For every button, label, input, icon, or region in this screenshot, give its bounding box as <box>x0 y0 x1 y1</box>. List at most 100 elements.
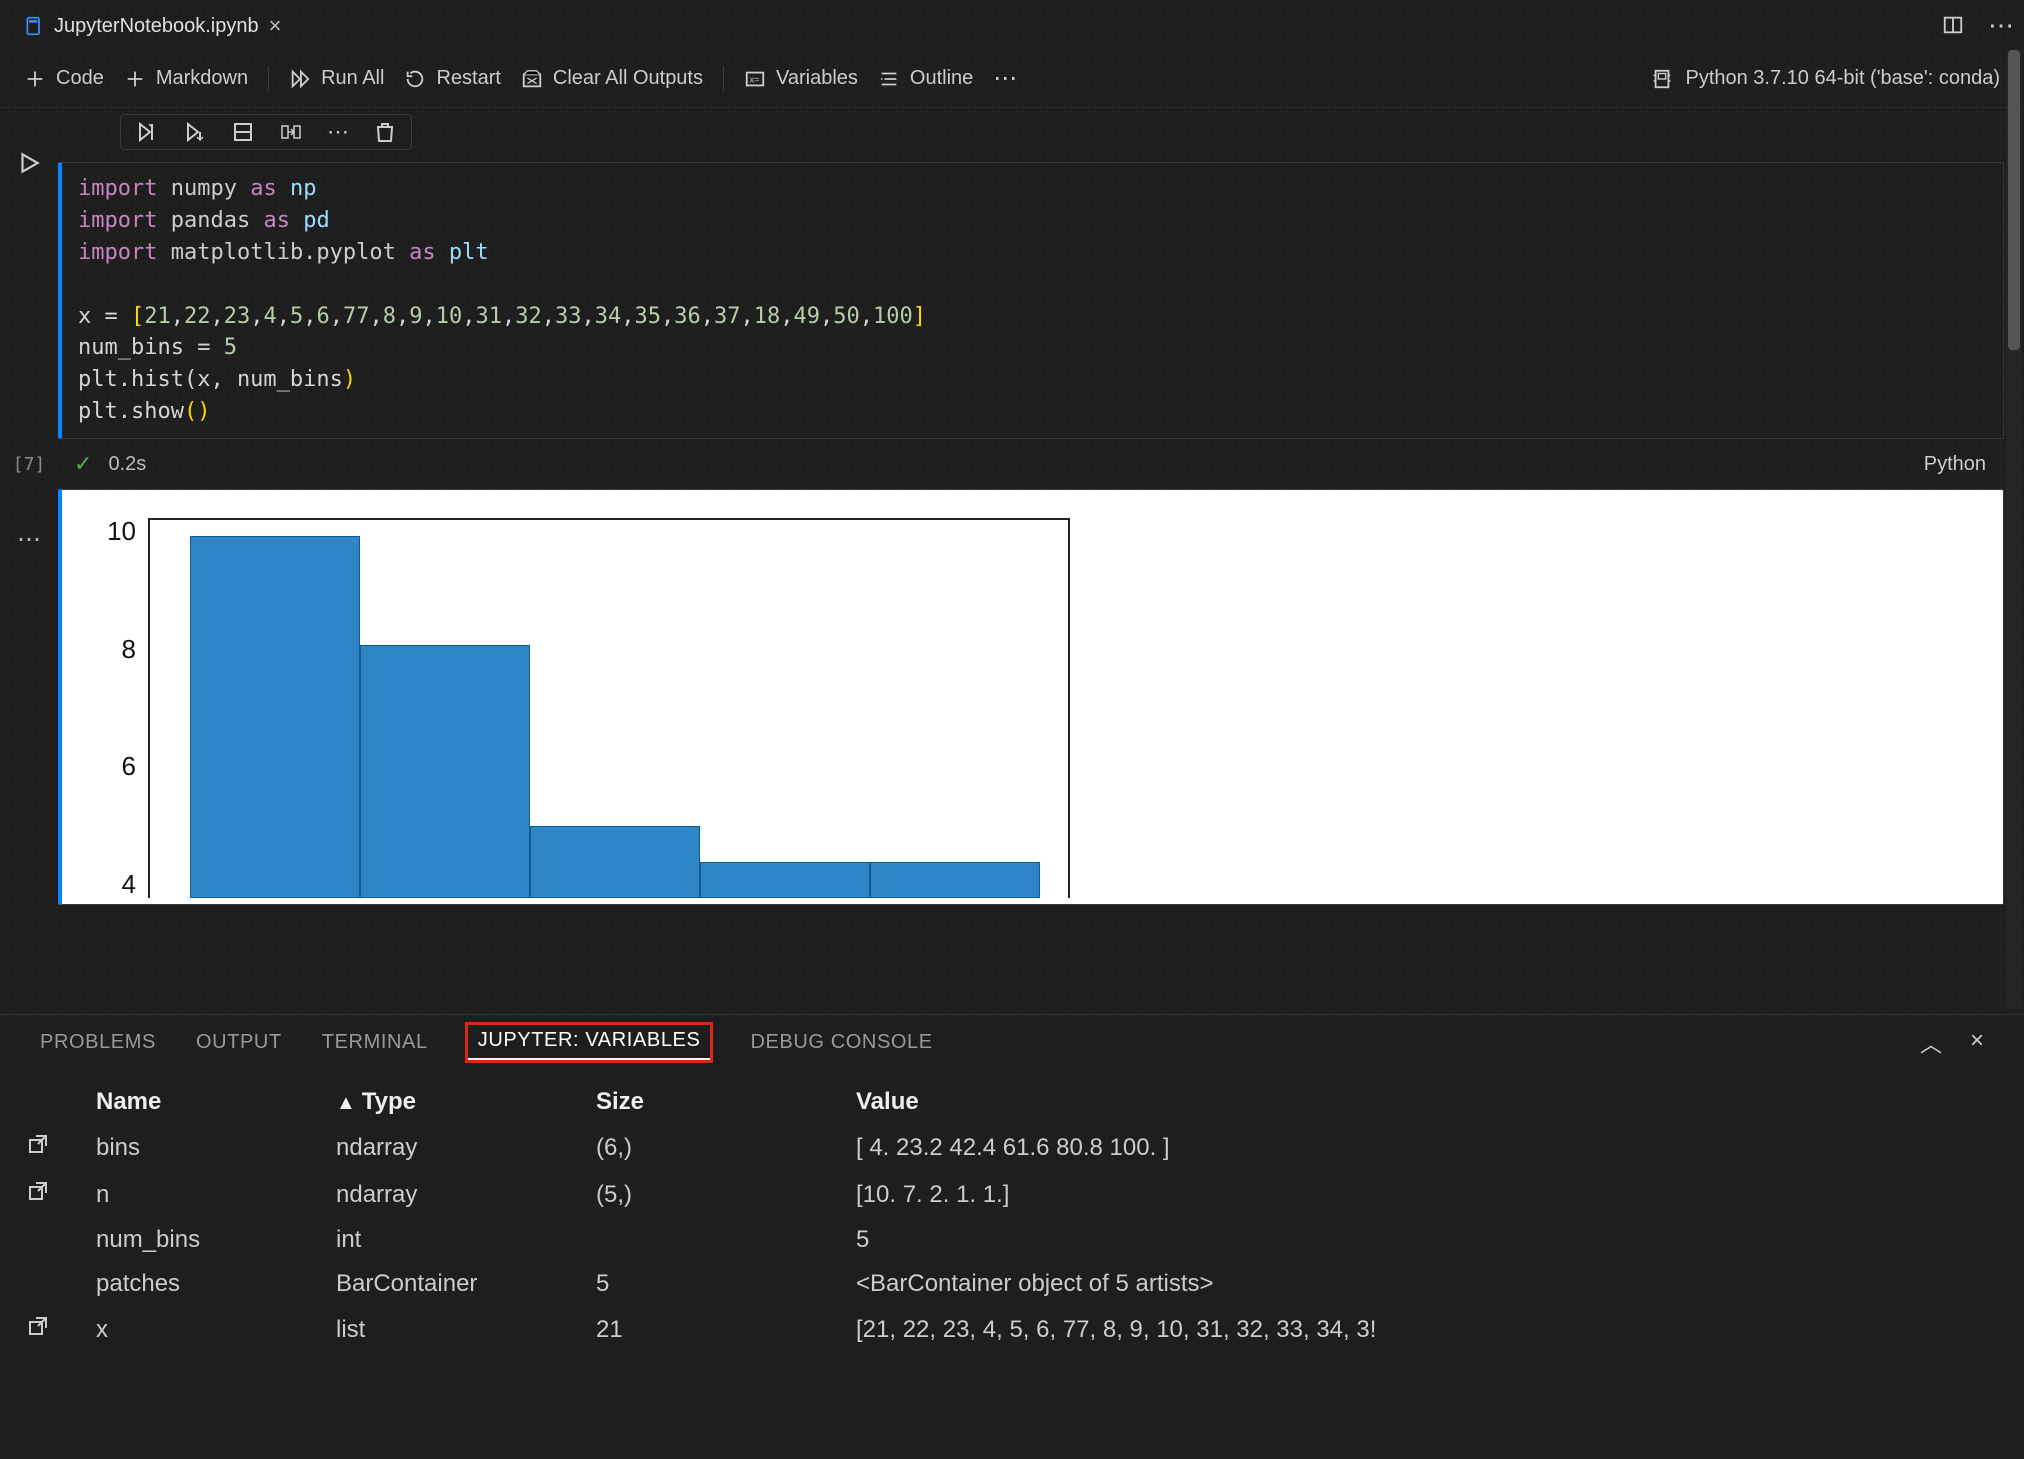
var-value: <BarContainer object of 5 artists> <box>856 1270 1998 1298</box>
add-code-button[interactable]: Code <box>24 67 104 90</box>
tab-debug-console[interactable]: DEBUG CONSOLE <box>750 1031 932 1054</box>
tab-problems[interactable]: PROBLEMS <box>40 1031 156 1054</box>
run-all-button[interactable]: Run All <box>289 67 384 90</box>
split-cell-icon[interactable] <box>231 120 255 144</box>
tab-jupyter-variables[interactable]: JUPYTER: VARIABLES <box>468 1025 711 1060</box>
var-type: list <box>336 1316 596 1344</box>
output-more-icon[interactable]: ⋯ <box>17 525 41 554</box>
add-code-label: Code <box>56 67 104 90</box>
close-panel-icon[interactable]: × <box>1970 1027 1984 1059</box>
var-type: int <box>336 1226 596 1254</box>
popout-icon[interactable] <box>26 1179 50 1203</box>
kernel-icon <box>1651 68 1673 90</box>
plot-area <box>148 518 1070 898</box>
var-name: patches <box>96 1270 336 1298</box>
variable-row[interactable]: patchesBarContainer5<BarContainer object… <box>20 1262 2004 1306</box>
popout-icon[interactable] <box>26 1132 50 1156</box>
run-all-icon <box>289 68 311 90</box>
popout-icon[interactable] <box>26 1314 50 1338</box>
var-size: (6,) <box>596 1134 856 1162</box>
var-type: ndarray <box>336 1181 596 1209</box>
close-icon[interactable]: × <box>269 13 282 39</box>
variable-row[interactable]: nndarray(5,)[10. 7. 2. 1. 1.] <box>20 1171 2004 1218</box>
title-tabs: JupyterNotebook.ipynb × ⋯ <box>0 0 2024 50</box>
add-markdown-button[interactable]: Markdown <box>124 67 248 90</box>
merge-cell-icon[interactable] <box>279 120 303 144</box>
var-value: [10. 7. 2. 1. 1.] <box>856 1181 1998 1209</box>
col-name[interactable]: Name <box>96 1088 336 1116</box>
variables-header: Name ▲Type Size Value <box>20 1080 2004 1124</box>
notebook-toolbar: Code Markdown Run All Restart Clear All … <box>0 50 2024 108</box>
var-value: [ 4. 23.2 42.4 61.6 80.8 100. ] <box>856 1134 1998 1162</box>
variable-row[interactable]: xlist21[21, 22, 23, 4, 5, 6, 77, 8, 9, 1… <box>20 1306 2004 1353</box>
run-cell-icon[interactable] <box>16 150 42 176</box>
clear-icon <box>521 68 543 90</box>
success-check-icon: ✓ <box>74 451 92 477</box>
var-size: 21 <box>596 1316 856 1344</box>
variables-table: Name ▲Type Size Value binsndarray(6,)[ 4… <box>0 1070 2024 1353</box>
run-all-label: Run All <box>321 67 384 90</box>
histogram-chart: 10864 <box>80 500 1080 900</box>
add-markdown-label: Markdown <box>156 67 248 90</box>
code-cell[interactable]: import numpy as np import pandas as pd i… <box>58 162 2004 439</box>
notebook-file-icon <box>24 16 44 36</box>
cell-actions-toolbar: ⋯ <box>120 114 412 150</box>
histogram-bar <box>530 826 700 898</box>
var-value: [21, 22, 23, 4, 5, 6, 77, 8, 9, 10, 31, … <box>856 1316 1998 1344</box>
tab-output[interactable]: OUTPUT <box>196 1031 282 1054</box>
var-name: bins <box>96 1134 336 1162</box>
var-type: BarContainer <box>336 1270 596 1298</box>
outline-icon <box>878 68 900 90</box>
split-editor-icon[interactable] <box>1942 14 1964 36</box>
file-tab-title: JupyterNotebook.ipynb <box>54 15 259 38</box>
col-type[interactable]: ▲Type <box>336 1088 596 1116</box>
restart-button[interactable]: Restart <box>404 67 500 90</box>
execution-count: [7] <box>13 454 46 475</box>
separator <box>723 66 724 92</box>
more-actions-icon[interactable]: ⋯ <box>993 64 1017 93</box>
histogram-bar <box>190 536 360 898</box>
histogram-bar <box>700 862 870 898</box>
variable-row[interactable]: num_binsint 5 <box>20 1218 2004 1262</box>
chevron-up-icon[interactable]: ︿ <box>1920 1027 1942 1059</box>
more-icon[interactable]: ⋯ <box>1988 10 2014 41</box>
clear-outputs-button[interactable]: Clear All Outputs <box>521 67 703 90</box>
cell-status-row: ✓ 0.2s Python <box>58 449 2004 479</box>
col-size[interactable]: Size <box>596 1088 856 1116</box>
y-axis-ticks: 10864 <box>80 500 148 900</box>
var-name: num_bins <box>96 1226 336 1254</box>
plus-icon <box>124 68 146 90</box>
var-name: n <box>96 1181 336 1209</box>
bottom-panel: PROBLEMS OUTPUT TERMINAL JUPYTER: VARIAB… <box>0 1014 2024 1459</box>
variables-button[interactable]: x= Variables <box>744 67 858 90</box>
output-cell: 10864 <box>58 489 2004 905</box>
editor-scrollbar[interactable] <box>2006 50 2022 1009</box>
cell-language[interactable]: Python <box>1924 453 1988 476</box>
delete-cell-icon[interactable] <box>373 120 397 144</box>
cell-gutter: [7] ⋯ <box>0 114 58 905</box>
variable-row[interactable]: binsndarray(6,)[ 4. 23.2 42.4 61.6 80.8 … <box>20 1124 2004 1171</box>
execute-below-icon[interactable] <box>183 120 207 144</box>
plus-icon <box>24 68 46 90</box>
var-size: 5 <box>596 1270 856 1298</box>
tab-terminal[interactable]: TERMINAL <box>322 1031 428 1054</box>
clear-label: Clear All Outputs <box>553 67 703 90</box>
kernel-name[interactable]: Python 3.7.10 64-bit ('base': conda) <box>1685 67 2000 90</box>
notebook-main: [7] ⋯ ⋯ import numpy as np import pandas… <box>0 108 2024 905</box>
outline-label: Outline <box>910 67 973 90</box>
var-type: ndarray <box>336 1134 596 1162</box>
runtime: 0.2s <box>108 453 146 476</box>
variables-icon: x= <box>744 68 766 90</box>
restart-icon <box>404 68 426 90</box>
cell-more-icon[interactable]: ⋯ <box>327 119 349 145</box>
var-value: 5 <box>856 1226 1998 1254</box>
panel-tabs: PROBLEMS OUTPUT TERMINAL JUPYTER: VARIAB… <box>0 1015 2024 1070</box>
histogram-bar <box>870 862 1040 898</box>
col-value[interactable]: Value <box>856 1088 1998 1116</box>
run-by-line-icon[interactable] <box>135 120 159 144</box>
var-name: x <box>96 1316 336 1344</box>
file-tab[interactable]: JupyterNotebook.ipynb × <box>10 0 295 50</box>
outline-button[interactable]: Outline <box>878 67 973 90</box>
separator <box>268 66 269 92</box>
histogram-bar <box>360 645 530 898</box>
